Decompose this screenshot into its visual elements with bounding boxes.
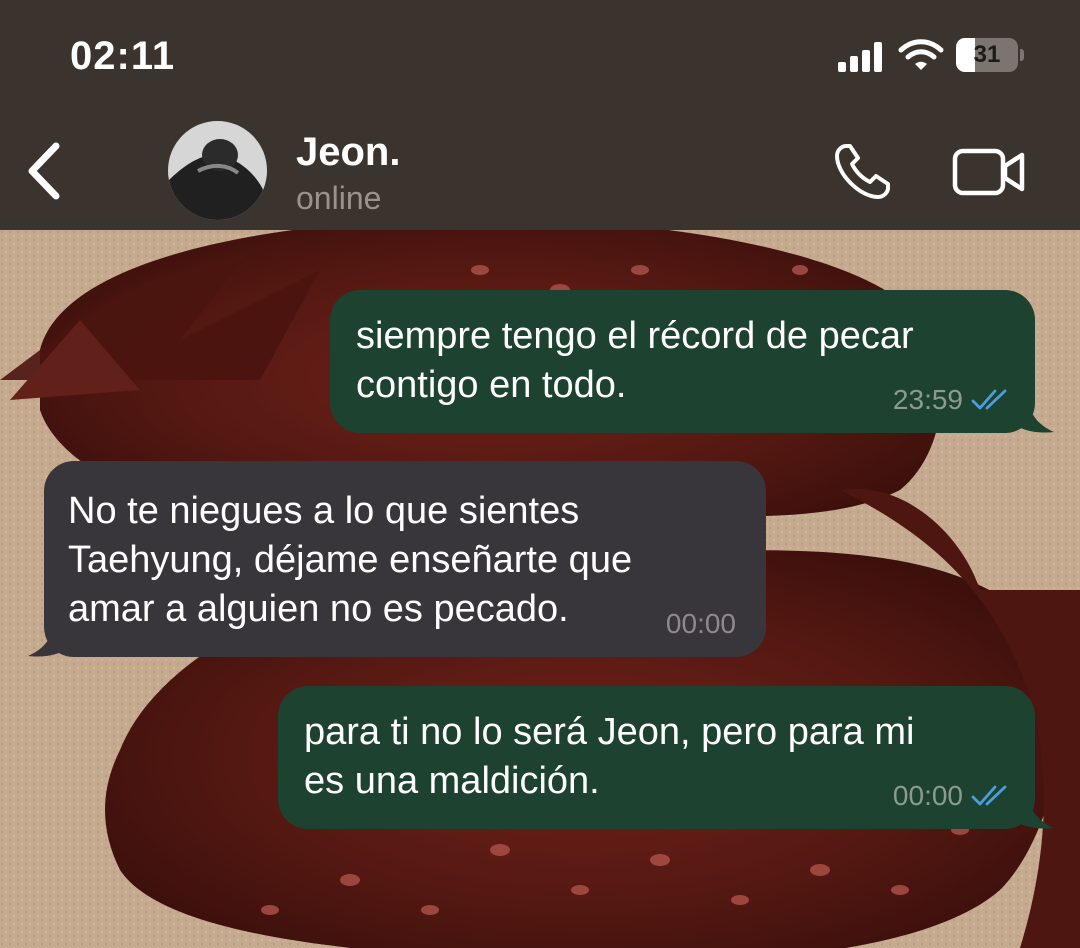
wifi-icon [898,39,944,70]
message-text-line: para ti no lo será Jeon, pero para mi [304,711,915,753]
contact-avatar[interactable] [168,121,267,220]
message-text-line: No te niegues a lo que sientes [68,490,580,532]
contact-status: online [296,180,382,216]
chat-header: 02:11 31 Jeon. online [0,0,1080,230]
message-bubble-outgoing[interactable]: siempre tengo el récord de pecar contigo… [330,290,1035,433]
contact-name[interactable]: Jeon. [296,130,400,175]
battery-indicator: 31 [956,38,1024,72]
phone-icon[interactable] [832,140,894,202]
double-check-read-icon [971,389,1007,410]
message-text-line: siempre tengo el récord de pecar [356,315,914,357]
message-bubble-outgoing[interactable]: para ti no lo será Jeon, pero para mi es… [278,686,1035,829]
message-bubble-incoming[interactable]: No te niegues a lo que sientes Taehyung,… [44,461,766,657]
message-text-line: amar a alguien no es pecado. [68,588,569,630]
battery-percent: 31 [973,41,1001,68]
status-time: 02:11 [70,34,176,78]
message-time: 23:59 [892,384,963,415]
message-time: 00:00 [892,780,963,811]
chat-screen: 02:11 31 Jeon. online siempre tengo el r… [0,0,1080,948]
message-text-line: Taehyung, déjame enseñarte que [68,539,633,581]
back-chevron-icon[interactable] [26,142,62,200]
message-time: 00:00 [665,608,736,639]
cellular-signal-icon [838,42,886,72]
video-camera-icon[interactable] [952,148,1026,196]
double-check-read-icon [971,785,1007,806]
